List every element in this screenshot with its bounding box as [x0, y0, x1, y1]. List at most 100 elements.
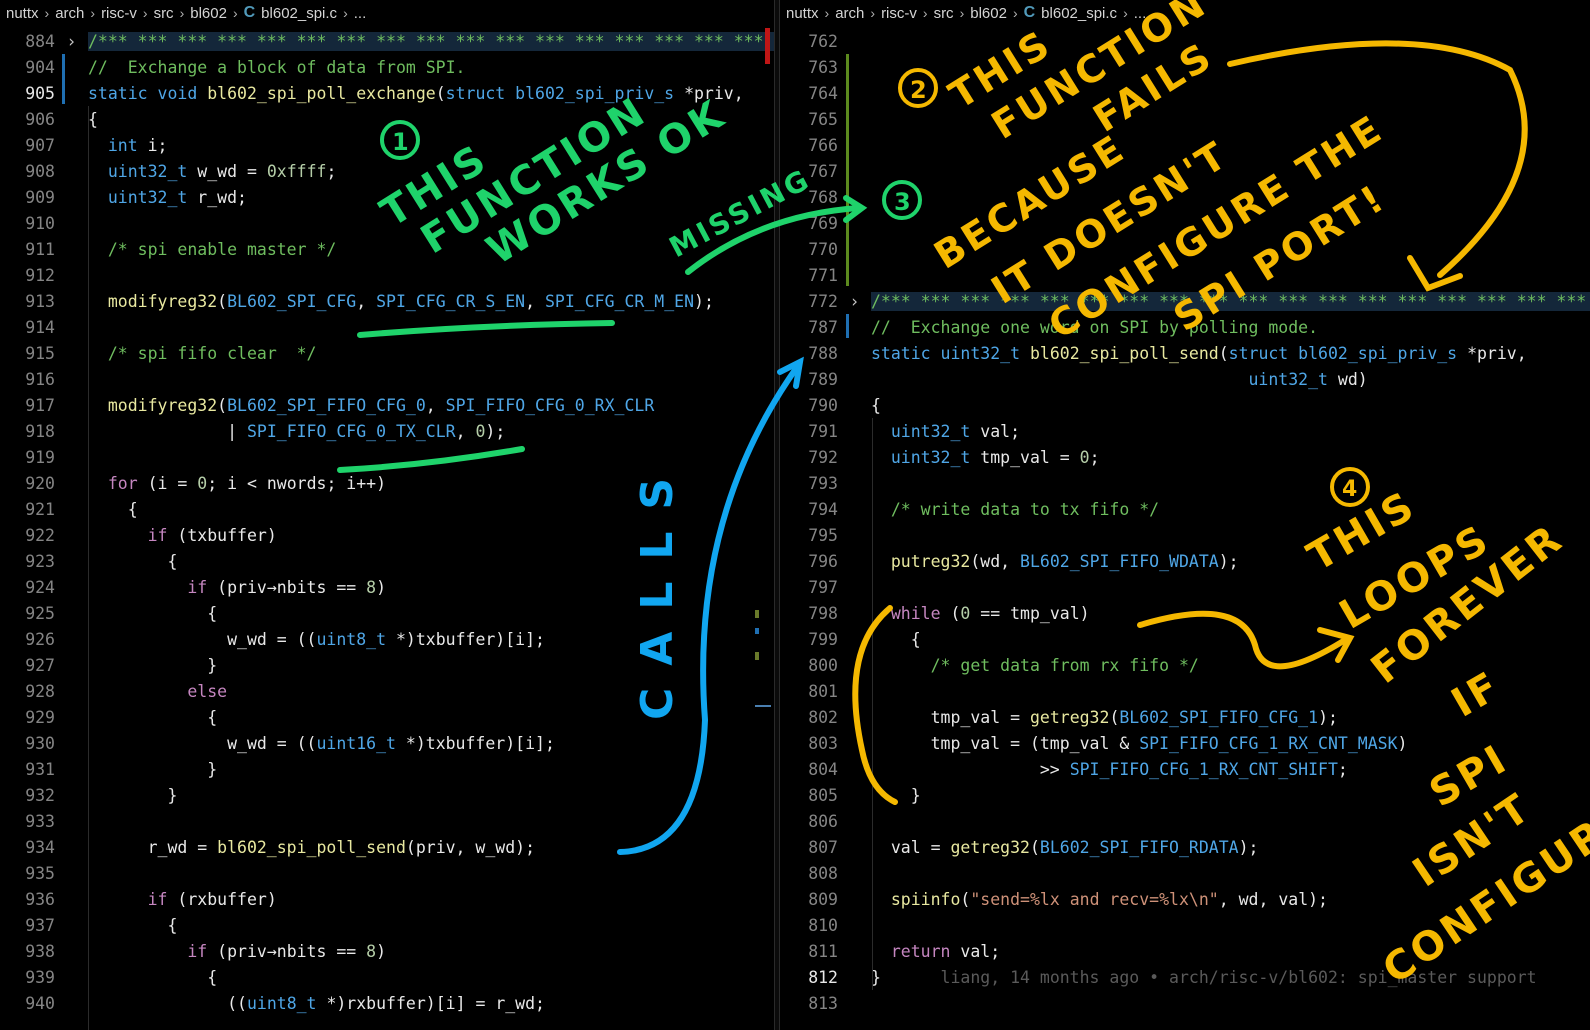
code-line[interactable]: 808 [780, 860, 871, 886]
code-line[interactable]: 929 { [0, 704, 217, 730]
code-line[interactable]: 921 { [0, 496, 137, 522]
code-line[interactable]: 799 { [780, 626, 920, 652]
breadcrumb-item[interactable]: ... [354, 5, 367, 22]
code-line[interactable]: 812} liang, 14 months ago • arch/risc-v/… [780, 964, 1536, 990]
code-line[interactable]: 924 if (priv→nbits == 8) [0, 574, 386, 600]
code-line[interactable]: 794 /* write data to tx fifo */ [780, 496, 1159, 522]
breadcrumb-item[interactable]: nuttx [6, 5, 39, 22]
code-line[interactable]: 938 if (priv→nbits == 8) [0, 938, 386, 964]
code-line[interactable]: 905 static void bl602_spi_poll_exchange(s… [0, 80, 743, 106]
code-line[interactable]: 809 spiinfo("send=%lx and recv=%lx\n", w… [780, 886, 1328, 912]
code-line[interactable]: 907 int i; [0, 132, 167, 158]
code-line[interactable]: 766 [780, 132, 871, 158]
code-line[interactable]: 798 while (0 == tmp_val) [780, 600, 1089, 626]
breadcrumb-item[interactable]: risc-v [101, 5, 137, 22]
code-line[interactable]: 769 [780, 210, 871, 236]
code-line[interactable]: 804 >> SPI_FIFO_CFG_1_RX_CNT_SHIFT; [780, 756, 1348, 782]
code-token: return [890, 941, 961, 961]
code-line[interactable]: 940 ((uint8_t *)rxbuffer)[i] = r_wd; [0, 990, 545, 1016]
code-line[interactable]: 770 [780, 236, 871, 262]
breadcrumb-item[interactable]: bl602 [190, 5, 227, 22]
code-line[interactable]: 803 tmp_val = (tmp_val & SPI_FIFO_CFG_1_… [780, 730, 1407, 756]
breadcrumb-item[interactable]: bl602_spi.c [261, 5, 337, 22]
code-token: ( [217, 395, 228, 415]
scrollbar-marker[interactable] [765, 28, 770, 64]
code-line[interactable]: 922 if (txbuffer) [0, 522, 277, 548]
breadcrumb-item[interactable]: ... [1134, 5, 1147, 22]
code-line[interactable]: 806 [780, 808, 871, 834]
code-line[interactable]: 933 [0, 808, 88, 834]
breadcrumb-item[interactable]: bl602 [970, 5, 1007, 22]
fold-chevron-icon[interactable]: › [55, 32, 88, 51]
code-text: /*** *** *** *** *** *** *** *** *** ***… [88, 31, 774, 51]
code-line[interactable]: 796 putreg32(wd, BL602_SPI_FIFO_WDATA); [780, 548, 1238, 574]
code-line[interactable]: 914 [0, 314, 88, 340]
code-line[interactable]: 762 [780, 28, 871, 54]
code-line[interactable]: 913 modifyreg32(BL602_SPI_CFG, SPI_CFG_C… [0, 288, 714, 314]
code-line[interactable]: 915 /* spi fifo clear */ [0, 340, 316, 366]
code-line[interactable]: 904 // Exchange a block of data from SPI. [0, 54, 465, 80]
code-line[interactable]: 787 // Exchange one word on SPI by pollin… [780, 314, 1318, 340]
scroll-thumb[interactable] [755, 705, 771, 707]
code-token: , wd, val); [1218, 889, 1328, 909]
code-line[interactable]: 792 uint32_t tmp_val = 0; [780, 444, 1099, 470]
code-line[interactable]: 813 [780, 990, 871, 1016]
fold-chevron-icon[interactable]: › [838, 292, 871, 311]
code-line[interactable]: 927 } [0, 652, 217, 678]
breadcrumb-item[interactable]: nuttx [786, 5, 819, 22]
code-line[interactable]: 797 [780, 574, 871, 600]
code-line[interactable]: 925 { [0, 600, 217, 626]
breadcrumb-item[interactable]: src [154, 5, 174, 22]
code-line[interactable]: 919 [0, 444, 88, 470]
breadcrumb-item[interactable]: risc-v [881, 5, 917, 22]
code-line[interactable]: 908 uint32_t w_wd = 0xffff; [0, 158, 336, 184]
code-line[interactable]: 802 tmp_val = getreg32(BL602_SPI_FIFO_CF… [780, 704, 1338, 730]
code-line[interactable]: 928 else [0, 678, 227, 704]
code-line[interactable]: 920 for (i = 0; i < nwords; i++) [0, 470, 386, 496]
code-line[interactable]: 772 ›/*** *** *** *** *** *** *** *** ***… [780, 288, 1590, 314]
code-line[interactable]: 789 uint32_t wd) [780, 366, 1368, 392]
code-line[interactable]: 801 [780, 678, 871, 704]
code-line[interactable]: 911 /* spi enable master */ [0, 236, 336, 262]
code-line[interactable]: 767 [780, 158, 871, 184]
breadcrumb-item[interactable]: src [934, 5, 954, 22]
code-line[interactable]: 807 val = getreg32(BL602_SPI_FIFO_RDATA)… [780, 834, 1258, 860]
code-line[interactable]: 795 [780, 522, 871, 548]
code-line[interactable]: 811 return val; [780, 938, 1000, 964]
code-line[interactable]: 800 /* get data from rx fifo */ [780, 652, 1199, 678]
code-token: (i = [147, 473, 198, 493]
breadcrumb-item[interactable]: bl602_spi.c [1041, 5, 1117, 22]
code-line[interactable]: 771 [780, 262, 871, 288]
code-line[interactable]: 790 { [780, 392, 881, 418]
code-line[interactable]: 765 [780, 106, 871, 132]
code-token: 8 [366, 577, 377, 597]
chevron-right-icon: › [142, 5, 148, 21]
code-line[interactable]: 939 { [0, 964, 217, 990]
code-line[interactable]: 763 [780, 54, 871, 80]
code-line[interactable]: 934 r_wd = bl602_spi_poll_send(priv, w_w… [0, 834, 535, 860]
code-line[interactable]: 912 [0, 262, 88, 288]
code-line[interactable]: 936 if (rxbuffer) [0, 886, 277, 912]
code-line[interactable]: 805 } [780, 782, 920, 808]
code-text: w_wd = ((uint16_t *)txbuffer)[i]; [88, 734, 555, 753]
code-line[interactable]: 768 [780, 184, 871, 210]
breadcrumb-item[interactable]: arch [835, 5, 864, 22]
code-line[interactable]: 935 [0, 860, 88, 886]
code-line[interactable]: 906 { [0, 106, 98, 132]
code-token: tmp_val = [980, 447, 1080, 467]
code-line[interactable]: 884 ›/*** *** *** *** *** *** *** *** ***… [0, 28, 774, 54]
code-line[interactable]: 930 w_wd = ((uint16_t *)txbuffer)[i]; [0, 730, 555, 756]
code-line[interactable]: 793 [780, 470, 871, 496]
breadcrumb-item[interactable]: arch [55, 5, 84, 22]
code-line[interactable]: 791 uint32_t val; [780, 418, 1020, 444]
code-line[interactable]: 931 } [0, 756, 217, 782]
code-line[interactable]: 910 [0, 210, 88, 236]
code-line[interactable]: 764 [780, 80, 871, 106]
code-line[interactable]: 917 modifyreg32(BL602_SPI_FIFO_CFG_0, SP… [0, 392, 654, 418]
code-line[interactable]: 918 | SPI_FIFO_CFG_0_TX_CLR, 0); [0, 418, 505, 444]
code-line[interactable]: 788 static uint32_t bl602_spi_poll_send(s… [780, 340, 1526, 366]
code-line[interactable]: 810 [780, 912, 871, 938]
code-line[interactable]: 926 w_wd = ((uint8_t *)txbuffer)[i]; [0, 626, 545, 652]
code-line[interactable]: 916 [0, 366, 88, 392]
code-line[interactable]: 909 uint32_t r_wd; [0, 184, 247, 210]
